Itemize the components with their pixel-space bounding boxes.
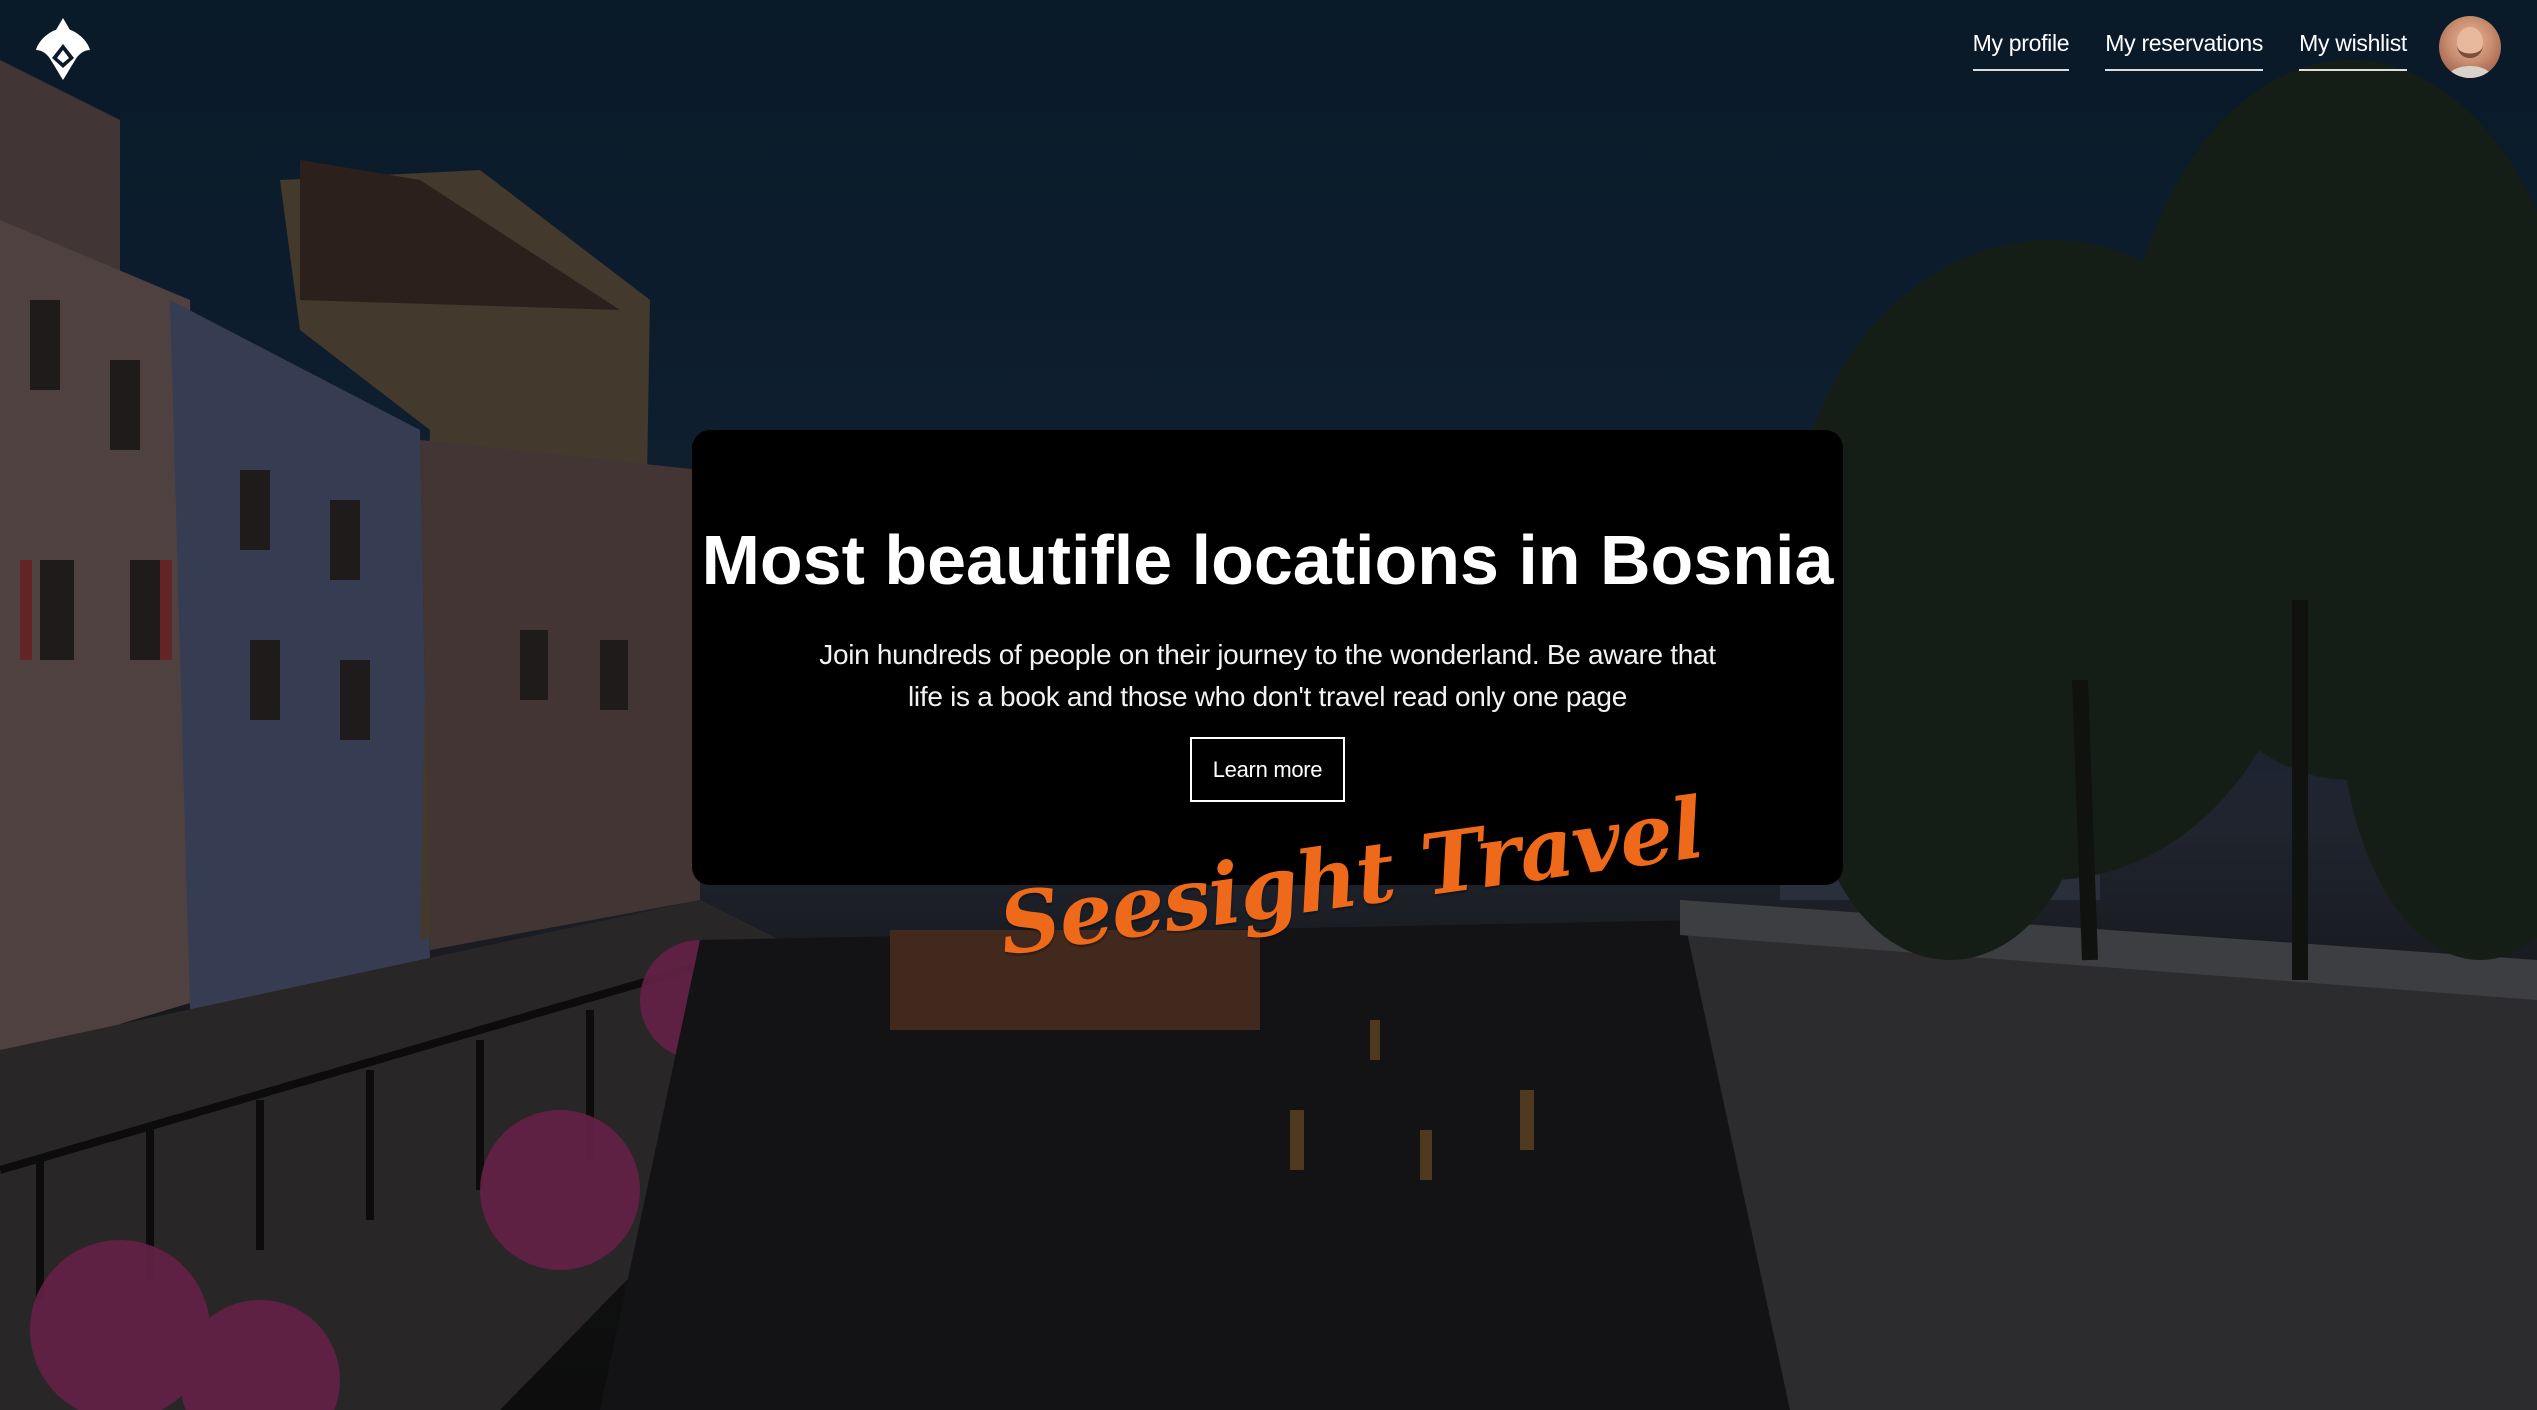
nav-my-wishlist[interactable]: My wishlist (2299, 30, 2407, 71)
ornament-logo-icon[interactable] (34, 16, 92, 82)
user-avatar[interactable] (2439, 16, 2501, 78)
main-nav: My profile My reservations My wishlist (1972, 30, 2407, 71)
nav-my-reservations[interactable]: My reservations (2105, 30, 2263, 71)
page: My profile My reservations My wishlist M… (0, 0, 2537, 1410)
learn-more-button[interactable]: Learn more (1190, 737, 1345, 802)
nav-my-profile[interactable]: My profile (1972, 30, 2070, 71)
hero-description: Join hundreds of people on their journey… (819, 639, 1716, 712)
hero-title: Most beautifle locations in Bosnia (701, 521, 1834, 599)
